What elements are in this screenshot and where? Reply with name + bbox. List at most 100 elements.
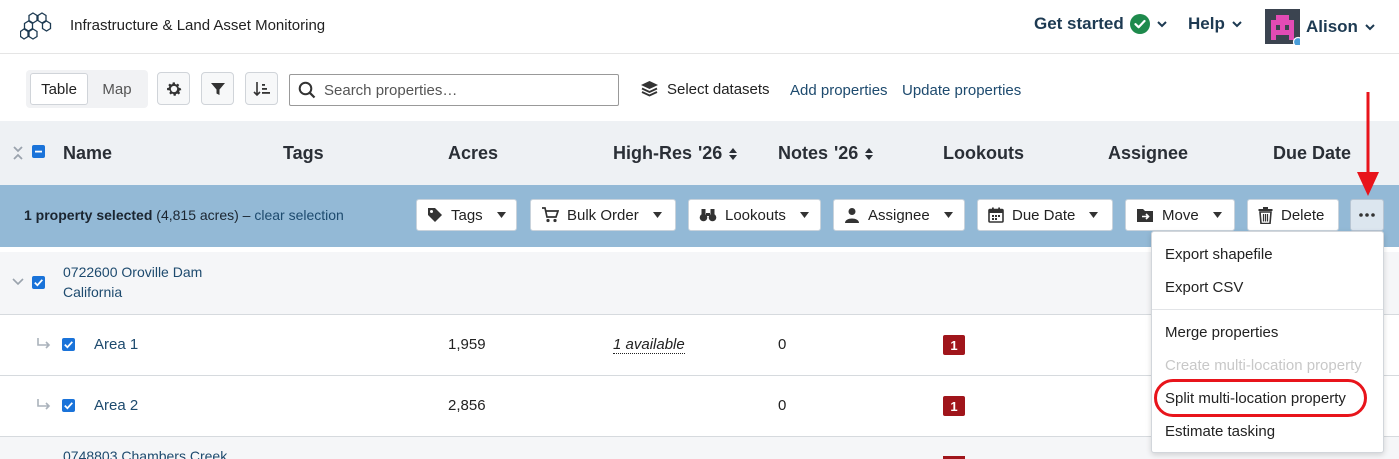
- move-action-button[interactable]: Move: [1125, 199, 1235, 231]
- check-circle-icon: [1129, 14, 1150, 34]
- help-menu[interactable]: Help: [1188, 14, 1243, 34]
- tags-action-label: Tags: [451, 206, 483, 224]
- clear-selection-link[interactable]: clear selection: [254, 207, 344, 223]
- area-name-link[interactable]: Area 1: [94, 336, 138, 353]
- sort-icon: [728, 147, 738, 161]
- help-label: Help: [1188, 14, 1225, 33]
- column-tags[interactable]: Tags: [283, 143, 324, 164]
- column-highres-year: '26: [698, 143, 723, 163]
- column-highres-label: High-Res: [613, 143, 693, 163]
- caret-down-icon: [647, 212, 662, 218]
- lookouts-badge[interactable]: 1: [943, 335, 965, 355]
- select-datasets-button[interactable]: Select datasets: [640, 80, 770, 98]
- select-all-checkbox[interactable]: [32, 145, 45, 158]
- delete-action-label: Delete: [1281, 206, 1325, 224]
- notes-count: 0: [778, 336, 787, 353]
- column-notes[interactable]: Notes '26: [778, 143, 874, 164]
- search-input[interactable]: [324, 81, 604, 99]
- column-notes-year: '26: [834, 143, 859, 163]
- select-datasets-label: Select datasets: [667, 80, 770, 98]
- caret-down-icon: [938, 212, 953, 218]
- due-date-action-label: Due Date: [1012, 206, 1076, 224]
- selection-count: 1 property selected: [24, 207, 153, 223]
- merge-properties-menu-item[interactable]: Merge properties: [1165, 324, 1278, 341]
- acres-value: 1,959: [448, 336, 486, 353]
- bulk-order-action-button[interactable]: Bulk Order: [530, 199, 676, 231]
- filter-icon: [210, 81, 226, 97]
- caret-down-icon: [1207, 212, 1222, 218]
- row-checkbox[interactable]: [32, 276, 45, 289]
- get-started-menu[interactable]: Get started: [1034, 14, 1168, 34]
- annotation-highlight-ring: [1154, 379, 1367, 417]
- view-toggle: Table Map: [26, 70, 148, 108]
- cart-icon: [541, 207, 559, 223]
- map-view-button[interactable]: Map: [90, 73, 144, 105]
- table-view-button[interactable]: Table: [30, 73, 88, 105]
- bulk-order-action-label: Bulk Order: [567, 206, 639, 224]
- export-shapefile-menu-item[interactable]: Export shapefile: [1165, 246, 1273, 263]
- notes-count: 0: [778, 397, 787, 414]
- area-name-link[interactable]: Area 2: [94, 397, 138, 414]
- delete-action-button[interactable]: Delete: [1247, 199, 1339, 231]
- due-date-action-button[interactable]: Due Date: [977, 199, 1113, 231]
- estimate-tasking-menu-item[interactable]: Estimate tasking: [1165, 423, 1275, 440]
- column-acres[interactable]: Acres: [448, 143, 498, 164]
- assignee-action-label: Assignee: [868, 206, 930, 224]
- top-navigation-bar: Infrastructure & Land Asset Monitoring G…: [0, 0, 1399, 54]
- export-csv-menu-item[interactable]: Export CSV: [1165, 279, 1243, 296]
- chevron-down-icon[interactable]: [12, 278, 24, 286]
- property-name-link[interactable]: 0748803 Chambers Creek: [63, 448, 227, 459]
- caret-down-icon: [1083, 212, 1099, 218]
- property-name-link[interactable]: 0722600 Oroville Dam: [63, 264, 202, 280]
- update-properties-link[interactable]: Update properties: [902, 82, 1021, 99]
- column-due-date[interactable]: Due Date: [1273, 143, 1351, 164]
- lookouts-badge[interactable]: 1: [943, 396, 965, 416]
- gear-icon: [165, 80, 183, 98]
- add-properties-link[interactable]: Add properties: [790, 82, 888, 99]
- layers-icon: [640, 80, 659, 98]
- column-notes-label: Notes: [778, 143, 829, 163]
- settings-button[interactable]: [157, 72, 190, 105]
- more-actions-button[interactable]: [1350, 199, 1384, 231]
- lookouts-action-button[interactable]: Lookouts: [688, 199, 821, 231]
- avatar: [1265, 9, 1300, 45]
- selection-acres: (4,815 acres) –: [156, 207, 251, 223]
- assignee-action-button[interactable]: Assignee: [833, 199, 965, 231]
- hexagon-logo-icon[interactable]: [20, 11, 54, 41]
- selection-summary: 1 property selected (4,815 acres) – clea…: [24, 207, 344, 223]
- app-title: Infrastructure & Land Asset Monitoring: [70, 17, 326, 34]
- column-highres[interactable]: High-Res '26: [613, 143, 738, 164]
- row-checkbox[interactable]: [62, 399, 75, 412]
- user-menu[interactable]: Alison: [1265, 9, 1376, 45]
- row-checkbox[interactable]: [62, 338, 75, 351]
- sort-descending-icon: [252, 81, 271, 97]
- ellipsis-icon: [1359, 213, 1375, 217]
- search-box[interactable]: [289, 74, 619, 106]
- sort-button[interactable]: [245, 72, 278, 105]
- folder-move-icon: [1136, 207, 1154, 223]
- collapse-all-icon[interactable]: [12, 145, 24, 161]
- column-lookouts[interactable]: Lookouts: [943, 143, 1024, 164]
- get-started-label: Get started: [1034, 14, 1124, 33]
- trash-icon: [1258, 206, 1273, 224]
- more-actions-menu: Export shapefile Export CSV Merge proper…: [1151, 231, 1384, 453]
- table-header: Name Tags Acres High-Res '26 Notes '26 L…: [0, 121, 1399, 185]
- sort-icon: [864, 147, 874, 161]
- user-icon: [844, 207, 860, 223]
- caret-down-icon: [794, 212, 809, 218]
- sub-row-arrow-icon: [36, 398, 52, 412]
- column-assignee[interactable]: Assignee: [1108, 143, 1188, 164]
- caret-down-icon: [491, 212, 506, 218]
- move-action-label: Move: [1162, 206, 1199, 224]
- user-name: Alison: [1306, 17, 1358, 36]
- tags-action-button[interactable]: Tags: [416, 199, 517, 231]
- highres-availability[interactable]: 1 available: [613, 336, 685, 354]
- column-name[interactable]: Name: [63, 143, 112, 164]
- sub-row-arrow-icon: [36, 337, 52, 351]
- chevron-down-icon: [1364, 21, 1376, 33]
- filter-button[interactable]: [201, 72, 234, 105]
- chevron-down-icon: [1156, 18, 1168, 30]
- menu-divider: [1152, 309, 1383, 310]
- property-location[interactable]: California: [63, 284, 122, 300]
- lookouts-action-label: Lookouts: [725, 206, 786, 224]
